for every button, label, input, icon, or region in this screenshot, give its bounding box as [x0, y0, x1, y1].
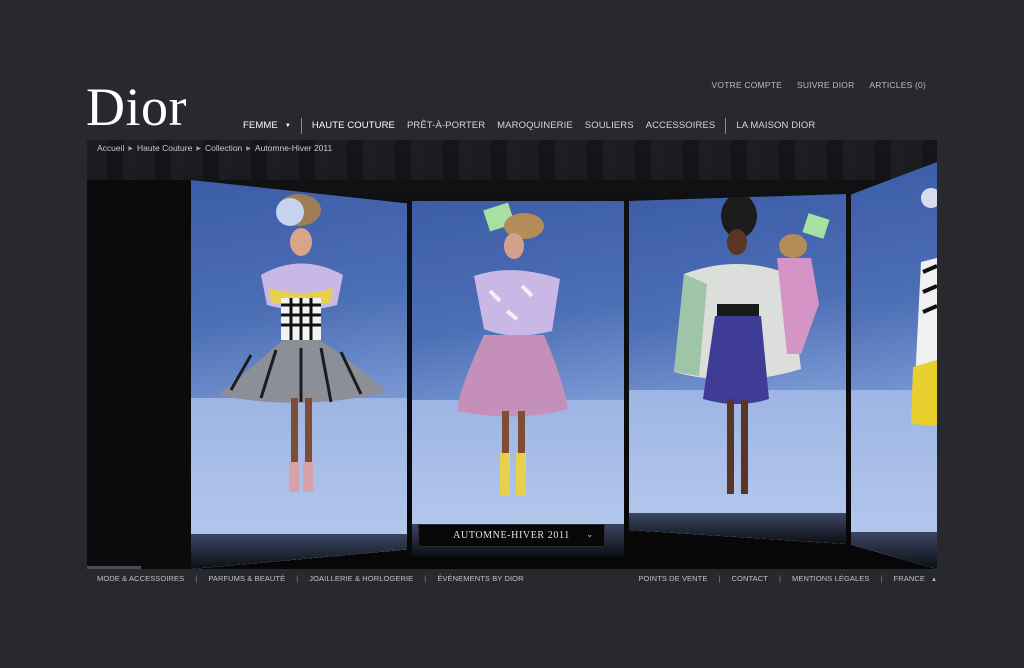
nav-divider — [300, 117, 302, 134]
look-photo-2[interactable] — [412, 201, 624, 556]
footer-divider: | — [424, 574, 427, 583]
model-figure — [457, 202, 568, 495]
footer-divider: | — [296, 574, 299, 583]
look-photo-3[interactable] — [629, 194, 846, 544]
look-photo-4[interactable] — [851, 162, 937, 569]
nav-souliers[interactable]: SOULIERS — [579, 120, 640, 131]
footer-link-evenements[interactable]: ÉVÉNEMENTS BY DIOR — [437, 574, 523, 583]
nav-divider — [725, 117, 727, 134]
breadcrumb-arrow-icon: ▶ — [128, 145, 134, 152]
breadcrumb-home[interactable]: Accueil — [97, 143, 124, 153]
collection-selector[interactable]: AUTOMNE-HIVER 2011 ⌄ — [418, 524, 605, 547]
follow-dior-link[interactable]: SUIVRE DIOR — [797, 80, 854, 90]
nav-accessoires[interactable]: ACCESSOIRES — [640, 120, 722, 131]
breadcrumb-arrow-icon: ▶ — [246, 145, 251, 152]
breadcrumb-current: Automne-Hiver 2011 — [254, 143, 333, 153]
carousel-scroll-indicator[interactable] — [87, 566, 141, 569]
nav-femme[interactable]: FEMME ▼ — [237, 120, 297, 131]
footer-divider: | — [778, 574, 781, 583]
model-figure — [674, 194, 830, 494]
carousel-edge — [87, 180, 191, 569]
model-figure — [911, 188, 937, 426]
main-navigation: FEMME ▼ HAUTE COUTURE PRÊT-À-PORTER MAROQ… — [237, 117, 821, 134]
nav-femme-label: FEMME — [243, 120, 278, 131]
footer: MODE & ACCESSOIRES | PARFUMS & BEAUTÉ | … — [97, 574, 937, 586]
collection-carousel[interactable]: Accueil ▶ Haute Couture ▶ Collection ▶ A… — [87, 140, 937, 569]
nav-haute-couture[interactable]: HAUTE COUTURE — [306, 120, 401, 131]
look-photo-1[interactable] — [191, 180, 407, 569]
dior-logo[interactable]: Dior — [86, 80, 187, 134]
account-link[interactable]: VOTRE COMPTE — [712, 80, 782, 90]
breadcrumb: Accueil ▶ Haute Couture ▶ Collection ▶ A… — [97, 143, 332, 153]
cart-link[interactable]: ARTICLES (0) — [869, 80, 926, 90]
chevron-up-icon: ▲ — [930, 577, 937, 583]
footer-left-links: MODE & ACCESSOIRES | PARFUMS & BEAUTÉ | … — [97, 574, 524, 583]
breadcrumb-arrow-icon: ▶ — [196, 145, 201, 152]
account-links: VOTRE COMPTE SUIVRE DIOR ARTICLES (0) — [712, 80, 926, 90]
footer-link-parfums-beaute[interactable]: PARFUMS & BEAUTÉ — [208, 574, 285, 583]
footer-link-mode-accessoires[interactable]: MODE & ACCESSOIRES — [97, 574, 184, 583]
breadcrumb-haute-couture[interactable]: Haute Couture — [137, 143, 192, 153]
country-label: FRANCE — [893, 574, 925, 583]
footer-link-joaillerie[interactable]: JOAILLERIE & HORLOGERIE — [309, 574, 413, 583]
model-figure — [219, 194, 387, 492]
collection-selector-value: AUTOMNE-HIVER 2011 — [453, 530, 570, 541]
dropdown-caret-icon: ▼ — [284, 123, 291, 129]
country-selector[interactable]: FRANCE ▲ — [894, 574, 937, 583]
nav-la-maison-dior[interactable]: LA MAISON DIOR — [730, 120, 821, 131]
nav-pret-a-porter[interactable]: PRÊT-À-PORTER — [401, 120, 491, 131]
footer-divider: | — [880, 574, 883, 583]
footer-link-mentions-legales[interactable]: MENTIONS LÉGALES — [792, 574, 869, 583]
breadcrumb-collection[interactable]: Collection — [205, 143, 242, 153]
footer-divider: | — [195, 574, 198, 583]
footer-right-links: POINTS DE VENTE | CONTACT | MENTIONS LÉG… — [638, 574, 937, 583]
footer-divider: | — [718, 574, 721, 583]
chevron-down-icon: ⌄ — [585, 529, 594, 539]
footer-link-points-de-vente[interactable]: POINTS DE VENTE — [638, 574, 707, 583]
footer-link-contact[interactable]: CONTACT — [732, 574, 768, 583]
nav-maroquinerie[interactable]: MAROQUINERIE — [491, 120, 579, 131]
